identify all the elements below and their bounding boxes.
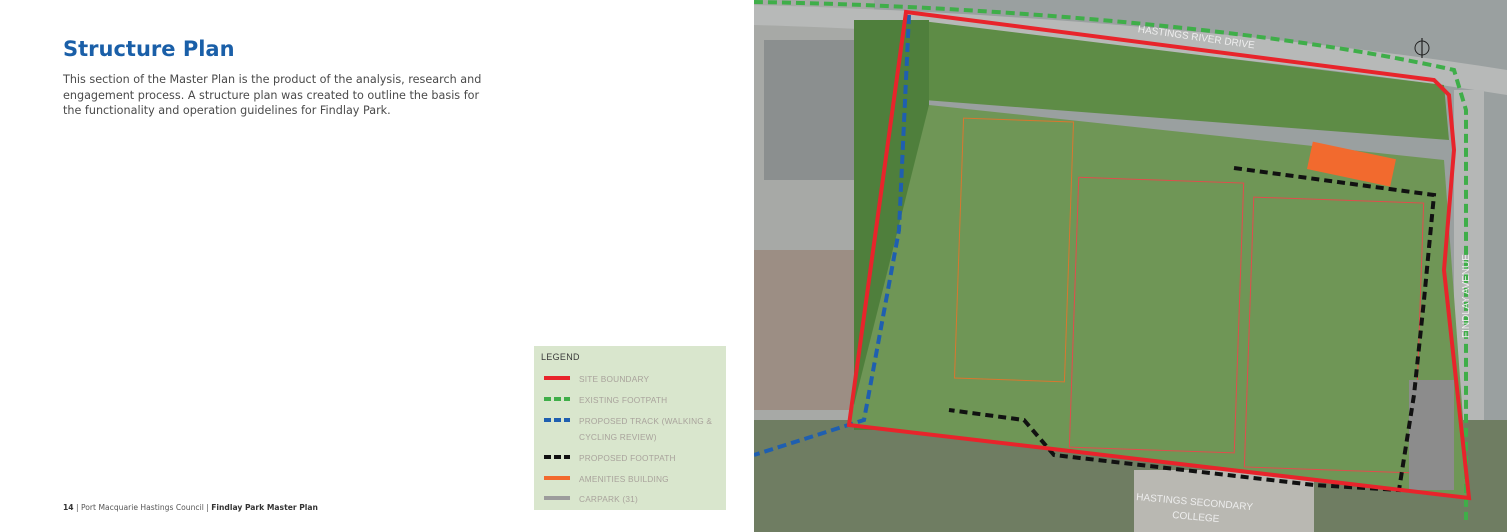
footer-doc-title: Findlay Park Master Plan [211,503,318,512]
page-footer: 14 | Port Macquarie Hastings Council | F… [63,503,318,512]
swatch-amenities-building [544,476,570,480]
legend-label: EXISTING FOOTPATH [579,395,668,405]
left-page: Structure Plan This section of the Maste… [0,0,754,532]
legend-label: PROPOSED TRACK (WALKING & CYCLING REVIEW… [579,416,713,442]
legend-label: AMENITIES BUILDING [579,474,669,484]
footer-council: | Port Macquarie Hastings Council [76,503,204,512]
legend-label: SITE BOUNDARY [579,374,650,384]
site-plan-map: HASTINGS RIVER DRIVE FINDLAY AVENUE HAST… [754,0,1507,532]
street-label-findlay-avenue: FINDLAY AVENUE [1461,254,1472,338]
swatch-proposed-footpath [544,455,570,459]
legend-title: LEGEND [541,352,580,362]
footer-page-number: 14 [63,503,74,512]
swatch-carpark [544,496,570,500]
intro-paragraph: This section of the Master Plan is the p… [63,73,482,118]
page-title: Structure Plan [63,37,235,61]
swatch-existing-footpath [544,397,570,401]
legend-label: CARPARK (31) [579,494,638,504]
swatch-proposed-track [544,418,570,422]
legend-box: LEGEND SITE BOUNDARY EXISTING FOOTPATH P… [534,346,726,510]
legend-label: PROPOSED FOOTPATH [579,453,676,463]
swatch-site-boundary [544,376,570,380]
footer-separator: | [206,503,209,512]
